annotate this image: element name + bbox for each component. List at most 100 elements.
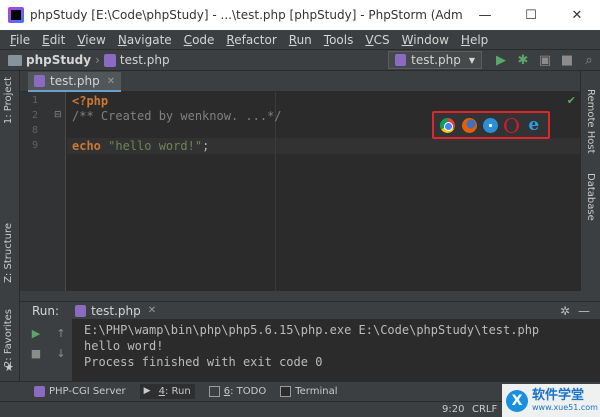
- run-icon: ▶: [143, 386, 151, 396]
- caret-position[interactable]: 9:20: [442, 404, 464, 415]
- menu-code[interactable]: Code: [178, 33, 221, 47]
- menu-run[interactable]: Run: [283, 33, 318, 47]
- todo-tool-button[interactable]: 6: TODO: [208, 386, 267, 397]
- code-string: "hello word!": [100, 139, 203, 153]
- close-button[interactable]: ✕: [554, 0, 600, 30]
- toolbar-right: test.php ▼ ▶ ✱ ▣ ■ ⌕: [388, 50, 600, 70]
- star-icon: ★: [4, 361, 14, 374]
- fold-icon[interactable]: ⊟: [54, 110, 62, 120]
- terminal-icon: [280, 386, 292, 397]
- console-line: Process finished with exit code 0: [84, 355, 323, 369]
- close-tab-icon[interactable]: ✕: [148, 305, 156, 316]
- remote-host-tool-button[interactable]: Remote Host: [585, 89, 596, 154]
- php-cgi-server-tool-button[interactable]: PHP-CGI Server: [34, 386, 126, 397]
- database-tool-button[interactable]: Database: [585, 173, 596, 221]
- folder-icon: [8, 54, 22, 66]
- title-bar: phpStudy [E:\Code\phpStudy] - ...\test.p…: [0, 0, 600, 30]
- inspection-ok-icon: ✔: [566, 94, 576, 107]
- search-icon[interactable]: ⌕: [578, 50, 600, 70]
- editor-tabs: test.php ✕: [20, 71, 580, 92]
- line-number: 9: [31, 140, 38, 151]
- stop-icon[interactable]: ■: [27, 345, 45, 361]
- editor-tab-label: test.php: [50, 74, 100, 88]
- run-toolbar: ▶ ↑ ■ ↓: [20, 319, 72, 381]
- code-editor[interactable]: 1 2 8 9 ⊟ <?php /** Created by wenknow. …: [20, 92, 580, 291]
- php-file-icon: [34, 386, 45, 397]
- debug-icon[interactable]: ✱: [512, 50, 534, 70]
- php-file-icon: [395, 54, 407, 66]
- run-configuration-select[interactable]: test.php ▼: [388, 51, 482, 69]
- editor-tab-test-php[interactable]: test.php ✕: [28, 72, 122, 92]
- navigation-bar: phpStudy › test.php test.php ▼ ▶ ✱ ▣ ■ ⌕: [0, 49, 600, 71]
- hide-panel-icon[interactable]: —: [578, 304, 590, 318]
- run-panel-label: Run:: [32, 303, 60, 318]
- code-semicolon: ;: [202, 139, 210, 153]
- todo-icon: [208, 386, 220, 397]
- line-number: 1: [31, 95, 38, 106]
- watermark-url: www.xue51.com: [532, 403, 598, 412]
- console-line: hello word!: [84, 339, 164, 353]
- console-line: E:\PHP\wamp\bin\php\php5.6.15\php.exe E:…: [84, 323, 540, 337]
- breadcrumb: phpStudy › test.php: [8, 53, 170, 67]
- code-line-1: <?php: [72, 94, 109, 108]
- run-console-output[interactable]: E:\PHP\wamp\bin\php\php5.6.15\php.exe E:…: [72, 319, 600, 381]
- tool-button-label: Terminal: [295, 386, 338, 397]
- left-tool-strip: 1: Project Z: Structure 2: Favorites ★: [0, 71, 20, 381]
- right-tool-strip: Remote Host Database: [580, 71, 600, 291]
- run-panel-header: Run: test.php ✕ ✲ —: [20, 301, 600, 319]
- favorites-tool-button[interactable]: 2: Favorites: [3, 309, 14, 367]
- coverage-icon[interactable]: ▣: [534, 50, 556, 70]
- menu-navigate[interactable]: Navigate: [112, 33, 178, 47]
- tool-button-label: PHP-CGI Server: [49, 386, 126, 397]
- code-line-2: /** Created by wenknow. ...*/: [72, 109, 282, 123]
- code-line-9: echo "hello word!";: [72, 139, 209, 153]
- menu-edit[interactable]: Edit: [36, 33, 71, 47]
- line-separator[interactable]: CRLF: [472, 404, 497, 415]
- breadcrumb-project[interactable]: phpStudy: [26, 53, 91, 67]
- project-tool-button[interactable]: 1: Project: [3, 77, 14, 124]
- phpstorm-app-icon: [8, 7, 24, 23]
- open-in-browser-popup: e: [432, 111, 550, 139]
- run-icon[interactable]: ▶: [490, 50, 512, 70]
- scroll-down-icon[interactable]: ↓: [52, 345, 70, 361]
- chrome-icon[interactable]: [440, 117, 456, 133]
- breadcrumb-file[interactable]: test.php: [120, 53, 170, 67]
- watermark-name: 软件学堂: [532, 388, 585, 403]
- safari-icon[interactable]: [482, 117, 498, 133]
- menu-help[interactable]: Help: [455, 33, 494, 47]
- line-gutter: 1 2 8 9 ⊟: [20, 92, 66, 291]
- menu-vcs[interactable]: VCS: [359, 33, 395, 47]
- ie-icon[interactable]: e: [526, 117, 542, 134]
- run-tab-test-php[interactable]: test.php ✕: [75, 304, 156, 318]
- php-file-icon: [75, 304, 87, 317]
- menu-bar: File Edit View Navigate Code Refactor Ru…: [0, 30, 600, 49]
- watermark-text: 软件学堂 www.xue51.com: [532, 388, 598, 413]
- gear-icon[interactable]: ✲: [560, 304, 570, 318]
- minimize-button[interactable]: —: [462, 0, 508, 30]
- rerun-icon[interactable]: ▶: [27, 325, 45, 341]
- code-keyword: echo: [72, 139, 101, 153]
- firefox-icon[interactable]: [461, 117, 477, 133]
- structure-tool-button[interactable]: Z: Structure: [3, 223, 14, 283]
- stop-icon[interactable]: ■: [556, 50, 578, 70]
- menu-window[interactable]: Window: [396, 33, 455, 47]
- menu-tools[interactable]: Tools: [318, 33, 360, 47]
- maximize-button[interactable]: ☐: [508, 0, 554, 30]
- run-tab-label: test.php: [91, 303, 141, 318]
- scroll-up-icon[interactable]: ↑: [52, 325, 70, 341]
- watermark-logo: X 软件学堂 www.xue51.com: [502, 384, 600, 417]
- php-file-icon: [34, 75, 45, 87]
- opera-icon[interactable]: [504, 117, 520, 133]
- php-file-icon: [103, 53, 116, 67]
- run-tool-button[interactable]: ▶ 4: Run: [139, 384, 195, 399]
- line-number: 2: [31, 110, 38, 121]
- line-number: 8: [31, 125, 38, 136]
- menu-file[interactable]: File: [4, 33, 36, 47]
- close-tab-icon[interactable]: ✕: [107, 76, 115, 87]
- menu-view[interactable]: View: [71, 33, 111, 47]
- run-configuration-label: test.php: [411, 53, 461, 67]
- menu-refactor[interactable]: Refactor: [220, 33, 282, 47]
- tool-button-label: : TODO: [230, 386, 267, 397]
- window-title: phpStudy [E:\Code\phpStudy] - ...\test.p…: [30, 8, 462, 22]
- terminal-tool-button[interactable]: Terminal: [280, 386, 337, 397]
